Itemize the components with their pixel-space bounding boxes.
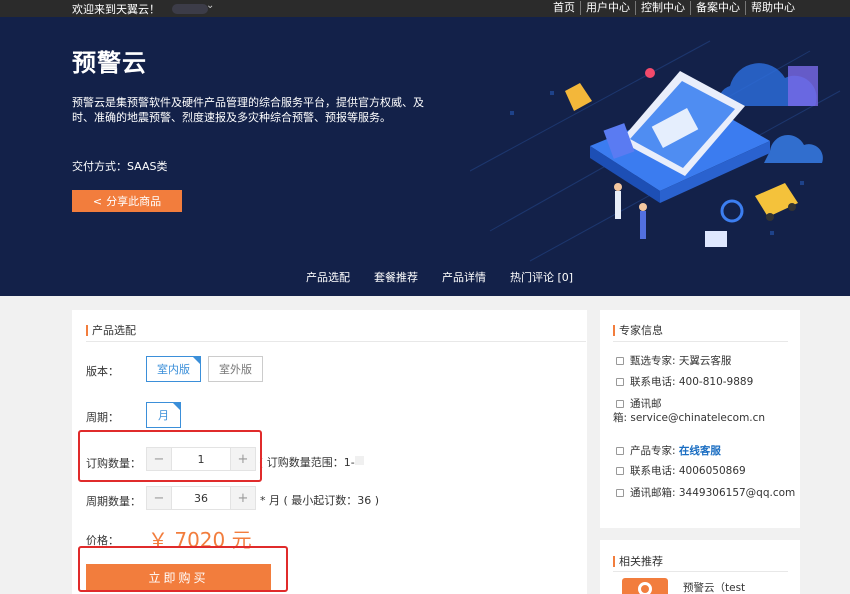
period-quantity-stepper: − 36 + [146, 486, 256, 510]
product-expert: 产品专家: 在线客服 [616, 443, 721, 458]
tab-package-recommend[interactable]: 套餐推荐 [374, 269, 418, 285]
product-logo-icon [638, 582, 652, 594]
divider [86, 341, 586, 342]
welcome-text: 欢迎来到天翼云！ [72, 3, 160, 16]
period-qty-note: * 月 ( 最小起订数：36 ) [260, 494, 380, 507]
period-option-month[interactable]: 月 [146, 402, 181, 428]
hero-banner: 预警云 预警云是集预警软件及硬件产品管理的综合服务平台，提供官方权威、及时、准确… [0, 17, 850, 296]
share-label: 分享此商品 [106, 195, 162, 208]
nav-home[interactable]: 首页 [548, 1, 580, 15]
expert-section-header: 专家信息 [613, 322, 663, 338]
tab-product-details[interactable]: 产品详情 [442, 269, 486, 285]
related-item-thumbnail[interactable] [622, 578, 668, 594]
related-section-title: 相关推荐 [619, 555, 663, 568]
expert-section-title: 专家信息 [619, 324, 663, 337]
tab-hot-comments[interactable]: 热门评论 [0] [510, 269, 573, 285]
contact-phone-2: 联系电话: 4006050869 [616, 463, 746, 478]
nav-console[interactable]: 控制中心 [635, 1, 690, 15]
mail-icon [616, 488, 624, 497]
version-option-indoor[interactable]: 室内版 [146, 356, 201, 382]
period-qty-input[interactable]: 36 [171, 487, 231, 509]
delivery-method: 交付方式：SAAS类 [72, 160, 168, 173]
version-option-outdoor[interactable]: 室外版 [208, 356, 263, 382]
share-button[interactable]: < 分享此商品 [72, 190, 182, 212]
nav-help-center[interactable]: 帮助中心 [745, 1, 800, 15]
period-label: 周期： [86, 411, 119, 424]
config-section-title: 产品选配 [92, 324, 136, 337]
divider [613, 571, 788, 572]
top-bar: 欢迎来到天翼云！ ⌄ 首页 用户中心 控制中心 备案中心 帮助中心 [0, 0, 850, 17]
contact-phone-1: 联系电话: 400-810-9889 [616, 374, 753, 389]
period-qty-label: 周期数量： [86, 495, 141, 508]
mail-icon [616, 399, 624, 408]
related-item-title[interactable]: 预警云（test [683, 580, 745, 594]
tab-product-config[interactable]: 产品选配 [306, 269, 350, 285]
username-redacted[interactable] [172, 4, 208, 14]
related-section-header: 相关推荐 [613, 553, 663, 569]
version-label: 版本： [86, 365, 119, 378]
top-nav: 首页 用户中心 控制中心 备案中心 帮助中心 [548, 1, 800, 15]
period-qty-plus-button[interactable]: + [231, 487, 255, 509]
contact-email-1: 箱: service@chinatelecom.cn [613, 412, 766, 424]
divider [613, 341, 788, 342]
qty-note-box [355, 456, 364, 465]
share-icon: < [92, 194, 103, 208]
highlight-box-buy [78, 546, 288, 592]
selected-expert: 甄选专家: 天翼云客服 [616, 353, 731, 368]
product-description: 预警云是集预警软件及硬件产品管理的综合服务平台，提供官方权威、及时、准确的地震预… [72, 96, 424, 124]
chevron-down-icon[interactable]: ⌄ [206, 0, 214, 11]
highlight-box-quantity [78, 430, 262, 482]
expert-icon [616, 446, 624, 455]
contact-email-1-label: 通讯邮 [616, 396, 662, 411]
product-title: 预警云 [72, 49, 147, 77]
contact-email-2: 通讯邮箱: 3449306157@qq.com [616, 485, 795, 500]
config-section-header: 产品选配 [86, 322, 136, 338]
nav-user-center[interactable]: 用户中心 [580, 1, 635, 15]
online-service-link[interactable]: 在线客服 [679, 443, 721, 458]
phone-icon [616, 466, 624, 475]
hero-illustration [470, 40, 841, 262]
expert-icon [616, 356, 624, 365]
phone-icon [616, 377, 624, 386]
qty-range-note: ( 订购数量范围：1- [259, 456, 355, 469]
nav-filing-center[interactable]: 备案中心 [690, 1, 745, 15]
period-qty-minus-button[interactable]: − [147, 487, 171, 509]
